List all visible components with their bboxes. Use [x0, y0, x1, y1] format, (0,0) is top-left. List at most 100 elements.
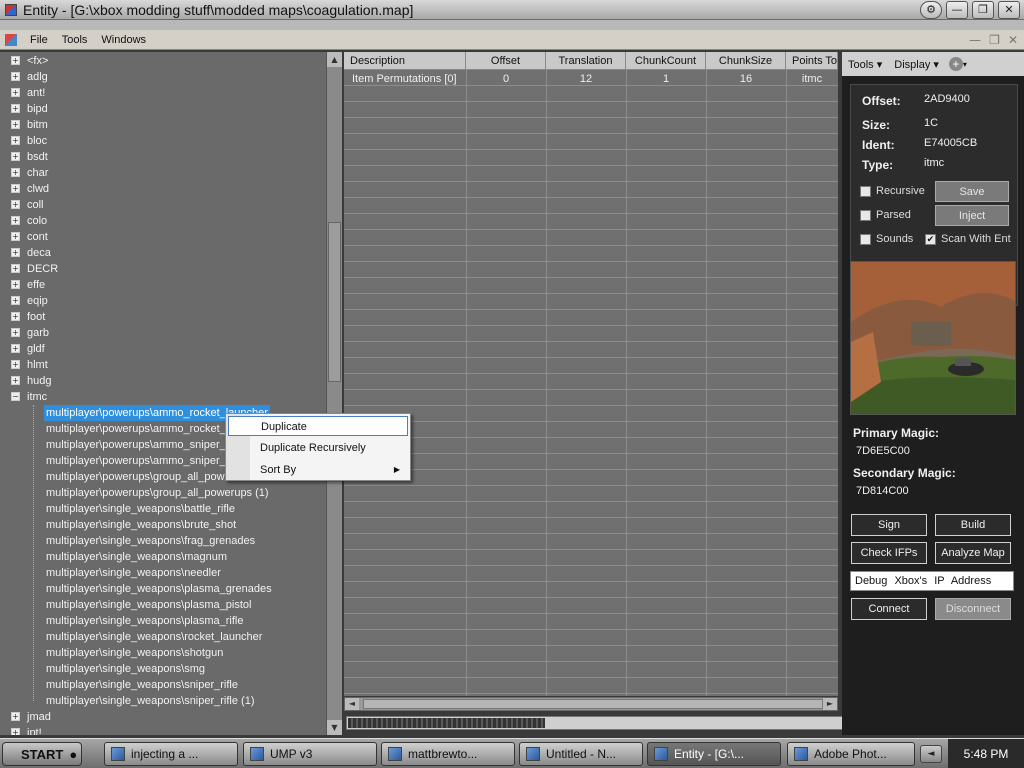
- analyze-map-button[interactable]: Analyze Map: [935, 542, 1011, 564]
- tree-node[interactable]: gldf: [27, 341, 45, 357]
- grid-cell[interactable]: 12: [546, 72, 626, 88]
- tree-node[interactable]: bsdt: [27, 149, 48, 165]
- scroll-down-icon[interactable]: ▼: [327, 720, 342, 735]
- tree-node[interactable]: hlmt: [27, 357, 48, 373]
- expand-icon[interactable]: +: [11, 280, 20, 289]
- menu-file[interactable]: File: [23, 34, 55, 46]
- add-icon[interactable]: +: [948, 57, 963, 71]
- check-ifps-button[interactable]: Check IFPs: [851, 542, 927, 564]
- tree-node[interactable]: itmc: [27, 389, 47, 405]
- expand-icon[interactable]: +: [11, 360, 20, 369]
- expand-icon[interactable]: +: [11, 344, 20, 353]
- expand-icon[interactable]: −: [11, 392, 20, 401]
- maximize-button[interactable]: ❐: [972, 0, 994, 19]
- tree-node[interactable]: clwd: [27, 181, 49, 197]
- sounds-checkbox[interactable]: Sounds: [860, 233, 913, 245]
- tree-node[interactable]: bitm: [27, 117, 48, 133]
- expand-icon[interactable]: +: [11, 216, 20, 225]
- tools-dropdown[interactable]: Tools ▾: [842, 58, 888, 71]
- taskbar-button[interactable]: injecting a ...: [104, 742, 238, 766]
- expand-icon[interactable]: +: [11, 72, 20, 81]
- xbox-ip-input[interactable]: Debug Xbox's IP Address: [850, 571, 1014, 591]
- expand-icon[interactable]: +: [11, 56, 20, 65]
- tree-node[interactable]: ant!: [27, 85, 45, 101]
- help-icon[interactable]: ⚙: [920, 0, 942, 19]
- taskbar-button[interactable]: Untitled - N...: [519, 742, 643, 766]
- tree-node[interactable]: garb: [27, 325, 49, 341]
- connect-button[interactable]: Connect: [851, 598, 927, 620]
- scroll-up-icon[interactable]: ▲: [327, 52, 342, 67]
- tree-node[interactable]: effe: [27, 277, 45, 293]
- tree-leaf[interactable]: multiplayer\powerups\ammo_sniper_ri: [46, 437, 232, 453]
- scroll-right-icon[interactable]: ►: [823, 698, 837, 710]
- grid-cell[interactable]: Item Permutations [0]: [352, 72, 457, 88]
- menu-windows[interactable]: Windows: [94, 34, 153, 46]
- taskbar-button[interactable]: UMP v3: [243, 742, 377, 766]
- tree-node[interactable]: cont: [27, 229, 48, 245]
- tree-node[interactable]: adlg: [27, 69, 48, 85]
- expand-icon[interactable]: +: [11, 168, 20, 177]
- tree-node[interactable]: deca: [27, 245, 51, 261]
- save-button[interactable]: Save: [935, 181, 1009, 202]
- tree-leaf[interactable]: multiplayer\single_weapons\plasma_grenad…: [46, 581, 272, 597]
- column-header[interactable]: Translation: [546, 52, 626, 70]
- expand-icon[interactable]: +: [11, 232, 20, 241]
- tree-leaf[interactable]: multiplayer\single_weapons\plasma_rifle: [46, 613, 244, 629]
- hscroll-thumb[interactable]: [363, 699, 823, 709]
- expand-icon[interactable]: +: [11, 376, 20, 385]
- tree-node[interactable]: coll: [27, 197, 44, 213]
- expand-icon[interactable]: +: [11, 136, 20, 145]
- inject-button[interactable]: Inject: [935, 205, 1009, 226]
- tree-node[interactable]: hudg: [27, 373, 51, 389]
- minimize-button[interactable]: —: [946, 0, 968, 19]
- build-button[interactable]: Build: [935, 514, 1011, 536]
- scan-with-ent-checkbox[interactable]: ✔ Scan With Ent: [925, 233, 1011, 245]
- tag-tree[interactable]: + <fx> + adlg + ant! + bipd + bitm + bloc + bsdt + char…: [0, 52, 342, 735]
- menu-item-duplicate[interactable]: Duplicate: [228, 416, 408, 436]
- mdi-child-icon[interactable]: [5, 33, 17, 46]
- tree-node[interactable]: bloc: [27, 133, 47, 149]
- column-header[interactable]: Points To: [786, 52, 838, 70]
- tree-node[interactable]: colo: [27, 213, 47, 229]
- sign-button[interactable]: Sign: [851, 514, 927, 536]
- column-header[interactable]: ChunkSize: [706, 52, 786, 70]
- tree-leaf[interactable]: multiplayer\single_weapons\sniper_rifle: [46, 677, 238, 693]
- tree-leaf[interactable]: multiplayer\single_weapons\brute_shot: [46, 517, 236, 533]
- disconnect-button[interactable]: Disconnect: [935, 598, 1011, 620]
- close-button[interactable]: ✕: [998, 0, 1020, 19]
- mdi-restore-icon[interactable]: ❐: [989, 33, 1000, 47]
- tree-node[interactable]: DECR: [27, 261, 58, 277]
- expand-icon[interactable]: +: [11, 728, 20, 735]
- mdi-minimize-icon[interactable]: —: [969, 33, 981, 47]
- expand-icon[interactable]: +: [11, 152, 20, 161]
- tree-leaf[interactable]: multiplayer\single_weapons\magnum: [46, 549, 227, 565]
- expand-icon[interactable]: +: [11, 312, 20, 321]
- expand-icon[interactable]: +: [11, 712, 20, 721]
- expand-icon[interactable]: +: [11, 200, 20, 209]
- tree-leaf[interactable]: multiplayer\single_weapons\plasma_pistol: [46, 597, 251, 613]
- grid-hscrollbar[interactable]: ◄ ►: [344, 697, 838, 711]
- expand-icon[interactable]: +: [11, 184, 20, 193]
- tree-node[interactable]: jpt!: [27, 725, 42, 735]
- tree-leaf[interactable]: multiplayer\powerups\group_all_powe: [46, 469, 231, 485]
- tree-node[interactable]: eqip: [27, 293, 48, 309]
- tree-scrollbar[interactable]: ▲ ▼: [326, 52, 342, 735]
- scroll-thumb[interactable]: [328, 222, 341, 382]
- start-button[interactable]: START ●: [2, 742, 82, 766]
- tray-expand-icon[interactable]: ◄: [920, 745, 942, 763]
- tree-leaf[interactable]: multiplayer\powerups\ammo_sniper_ri: [46, 453, 232, 469]
- tree-leaf[interactable]: multiplayer\single_weapons\rocket_launch…: [46, 629, 262, 645]
- column-header[interactable]: ChunkCount: [626, 52, 706, 70]
- expand-icon[interactable]: +: [11, 296, 20, 305]
- column-header[interactable]: Offset: [466, 52, 546, 70]
- taskbar-button[interactable]: Adobe Phot...: [787, 742, 915, 766]
- meta-grid[interactable]: Description Offset Translation ChunkCount Ch…: [344, 52, 838, 696]
- column-header[interactable]: Description: [344, 52, 466, 70]
- menu-tools[interactable]: Tools: [55, 34, 95, 46]
- tree-node[interactable]: foot: [27, 309, 45, 325]
- tree-leaf[interactable]: multiplayer\single_weapons\sniper_rifle …: [46, 693, 255, 709]
- tree-leaf[interactable]: multiplayer\single_weapons\needler: [46, 565, 221, 581]
- parsed-checkbox[interactable]: Parsed: [860, 209, 911, 221]
- display-dropdown[interactable]: Display ▾: [888, 58, 945, 71]
- tree-leaf[interactable]: multiplayer\single_weapons\shotgun: [46, 645, 223, 661]
